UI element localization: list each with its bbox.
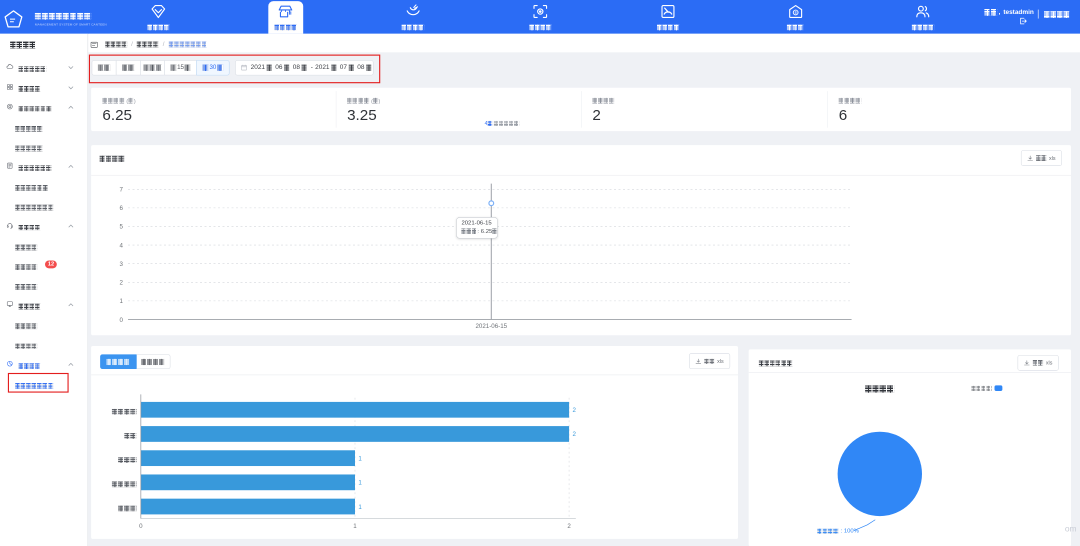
svg-text:5: 5 bbox=[119, 224, 123, 231]
svg-text:1: 1 bbox=[119, 298, 123, 305]
svg-text:0: 0 bbox=[119, 317, 123, 324]
svg-text:1: 1 bbox=[358, 480, 362, 487]
svg-text:2021-06-15: 2021-06-15 bbox=[475, 323, 507, 330]
svg-text:1: 1 bbox=[353, 523, 357, 530]
svg-text:4: 4 bbox=[119, 242, 123, 249]
svg-text:1: 1 bbox=[358, 456, 362, 463]
svg-text:3: 3 bbox=[119, 261, 123, 268]
svg-text:0: 0 bbox=[139, 523, 143, 530]
svg-text:2: 2 bbox=[572, 407, 576, 414]
svg-text:2: 2 bbox=[119, 280, 123, 287]
svg-text:2: 2 bbox=[567, 523, 571, 530]
svg-text:7: 7 bbox=[119, 187, 123, 194]
svg-text:6: 6 bbox=[119, 205, 123, 212]
svg-text:1: 1 bbox=[358, 504, 362, 511]
svg-text:2: 2 bbox=[572, 431, 576, 438]
